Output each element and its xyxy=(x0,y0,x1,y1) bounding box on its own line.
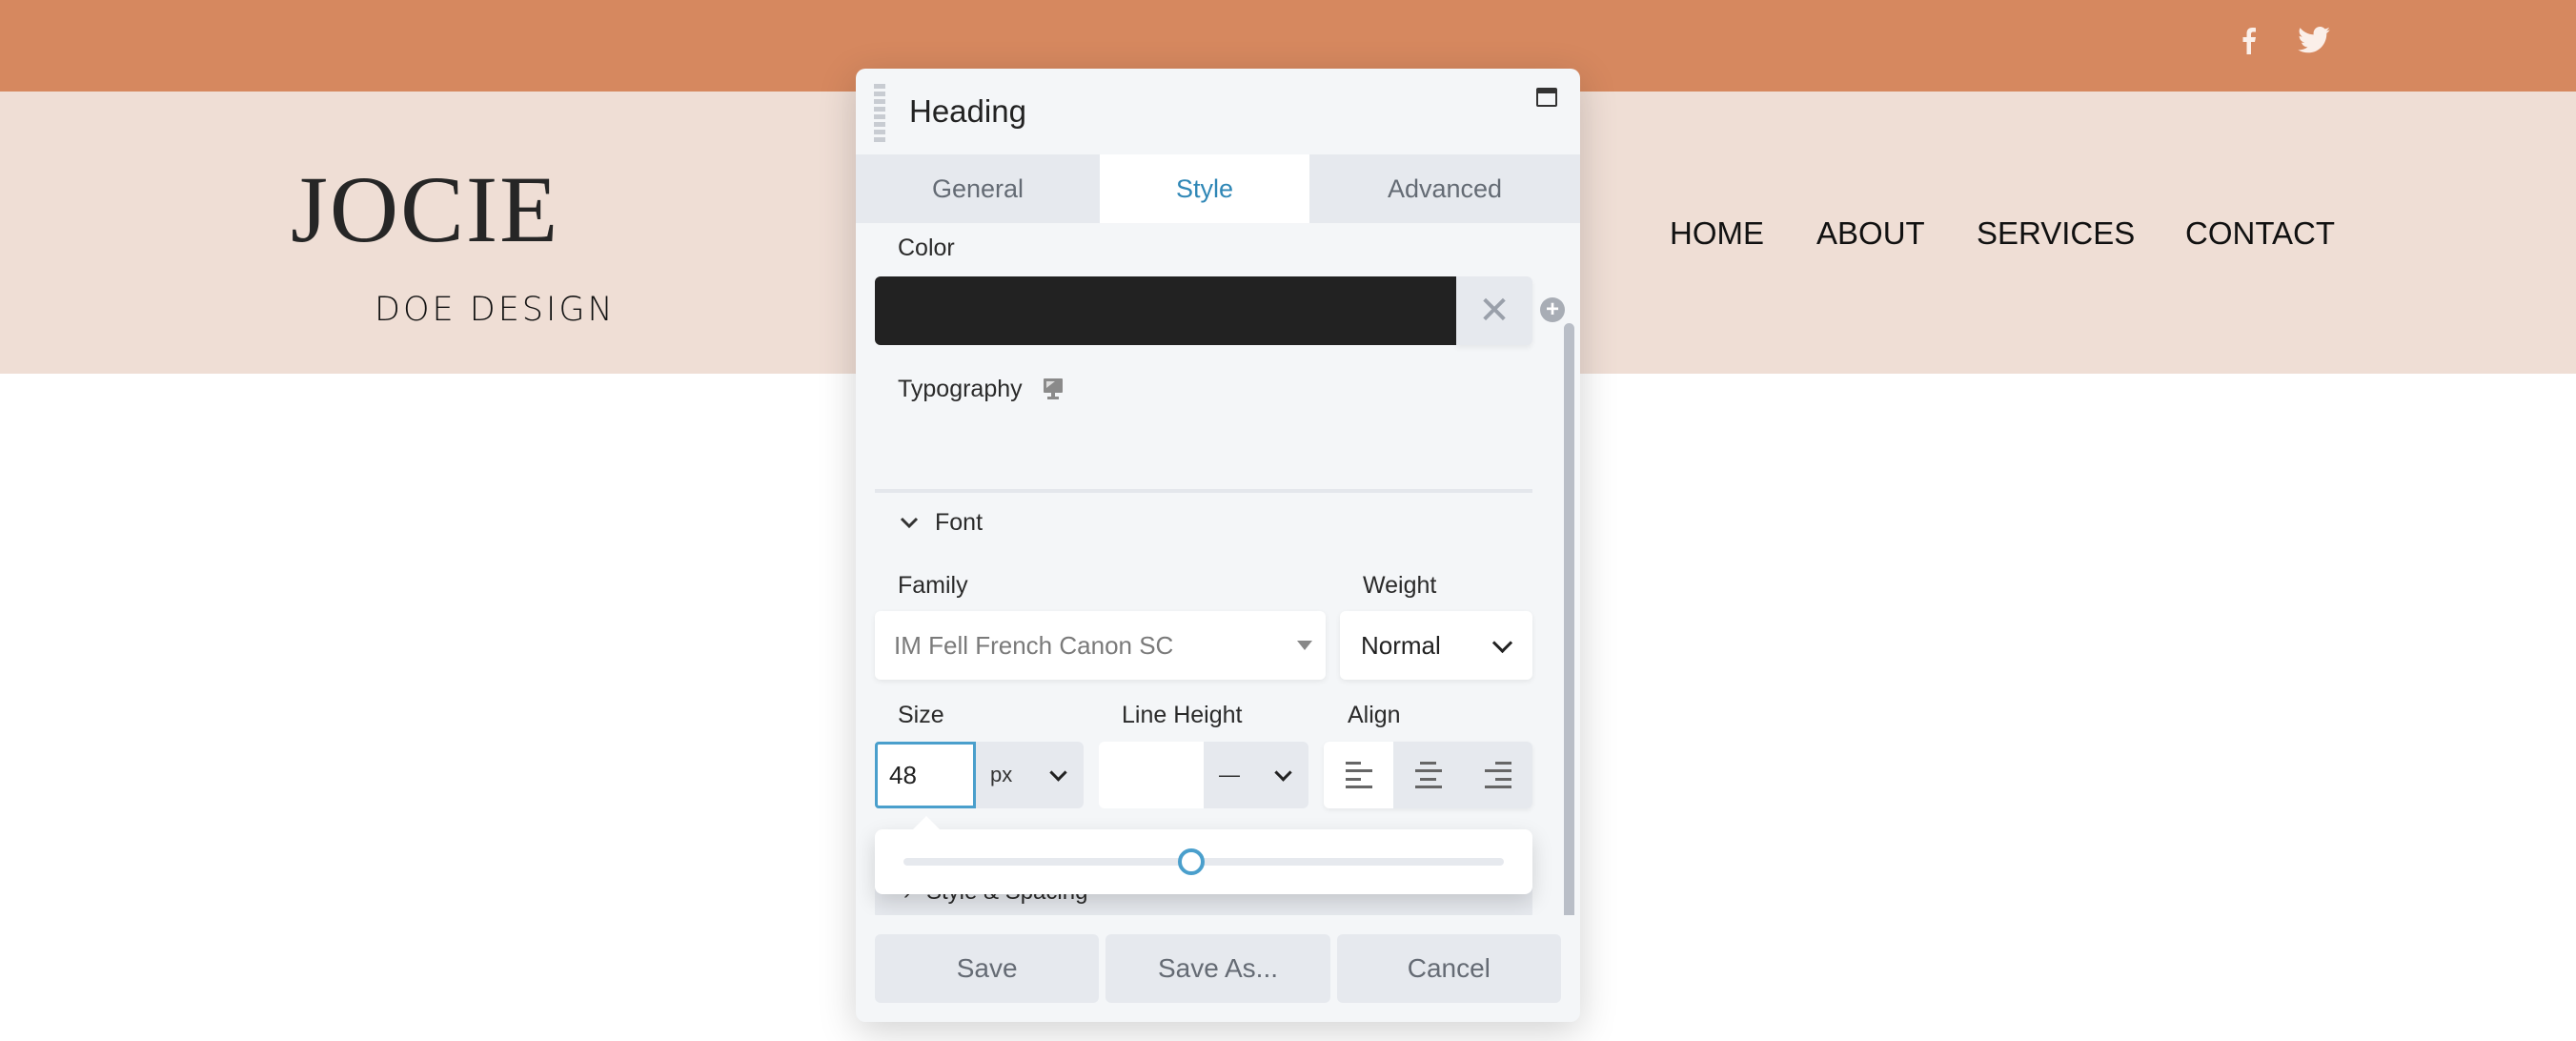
align-right-icon xyxy=(1484,762,1511,788)
maximize-icon[interactable] xyxy=(1536,88,1557,107)
facebook-icon xyxy=(2242,28,2256,54)
panel-scrollbar[interactable] xyxy=(1564,323,1574,915)
chevron-down-icon xyxy=(1049,763,1067,782)
font-weight-value: Normal xyxy=(1361,630,1441,660)
save-as-button[interactable]: Save As... xyxy=(1105,934,1330,1003)
font-size-input[interactable]: 48 xyxy=(875,742,976,808)
align-left-icon xyxy=(1345,762,1372,788)
font-family-select[interactable]: IM Fell French Canon SC xyxy=(875,611,1326,680)
align-center-button[interactable] xyxy=(1393,742,1463,808)
facebook-link[interactable] xyxy=(2230,21,2268,59)
dialog-title: Heading xyxy=(909,93,1026,129)
font-section-toggle[interactable]: Font xyxy=(935,509,983,537)
divider xyxy=(875,489,1532,493)
color-picker-swatch[interactable] xyxy=(875,276,1456,345)
clear-color-button[interactable]: ✕ xyxy=(1456,276,1532,345)
caret-down-icon xyxy=(1297,641,1312,650)
cancel-button[interactable]: Cancel xyxy=(1336,934,1561,1003)
tab-bar: General Style Advanced xyxy=(856,154,1580,223)
align-center-icon xyxy=(1414,762,1442,788)
size-label: Size xyxy=(898,702,944,728)
font-size-unit-select[interactable]: px xyxy=(976,742,1084,808)
align-label: Align xyxy=(1348,702,1401,728)
heading-settings-dialog: Heading General Style Advanced Color ✕ +… xyxy=(856,69,1580,1022)
font-size-slider-popover xyxy=(875,816,1532,894)
line-height-input[interactable] xyxy=(1099,742,1204,808)
text-align-group xyxy=(1324,742,1532,808)
dialog-footer: Save Save As... Cancel xyxy=(875,934,1561,1003)
color-label: Color xyxy=(898,235,955,261)
tab-style[interactable]: Style xyxy=(1100,154,1309,223)
tab-general[interactable]: General xyxy=(856,154,1100,223)
font-family-value: IM Fell French Canon SC xyxy=(894,630,1174,660)
chevron-down-icon xyxy=(1274,763,1292,782)
typography-label: Typography xyxy=(898,376,1023,402)
font-weight-select[interactable]: Normal xyxy=(1340,611,1532,680)
tab-advanced[interactable]: Advanced xyxy=(1309,154,1580,223)
drag-handle[interactable] xyxy=(874,84,885,145)
line-height-unit-select[interactable]: — xyxy=(1204,742,1308,808)
align-left-button[interactable] xyxy=(1324,742,1393,808)
popover-arrow xyxy=(913,816,940,829)
weight-label: Weight xyxy=(1363,572,1437,599)
nav-services[interactable]: SERVICES xyxy=(1977,215,2135,252)
add-color-preset-icon[interactable]: + xyxy=(1540,297,1565,322)
close-icon: ✕ xyxy=(1478,290,1511,332)
nav-contact[interactable]: CONTACT xyxy=(2185,215,2335,252)
chevron-down-icon[interactable] xyxy=(900,517,919,530)
logo-title[interactable]: JOCIE xyxy=(291,162,559,257)
chevron-down-icon xyxy=(1491,632,1513,653)
save-button[interactable]: Save xyxy=(875,934,1100,1003)
font-size-slider-thumb[interactable] xyxy=(1178,848,1206,875)
style-panel: Color ✕ + Typography Font Family Weight … xyxy=(856,223,1580,915)
logo-subtitle: DOE DESIGN xyxy=(375,291,616,329)
twitter-icon xyxy=(2298,27,2330,53)
line-height-unit-value: — xyxy=(1219,763,1240,786)
nav-home[interactable]: HOME xyxy=(1670,215,1764,252)
font-size-unit-value: px xyxy=(990,763,1013,786)
nav-about[interactable]: ABOUT xyxy=(1816,215,1925,252)
twitter-link[interactable] xyxy=(2295,21,2333,59)
desktop-responsive-icon[interactable] xyxy=(1043,378,1064,400)
align-right-button[interactable] xyxy=(1463,742,1532,808)
family-label: Family xyxy=(898,572,968,599)
line-height-label: Line Height xyxy=(1122,702,1243,728)
